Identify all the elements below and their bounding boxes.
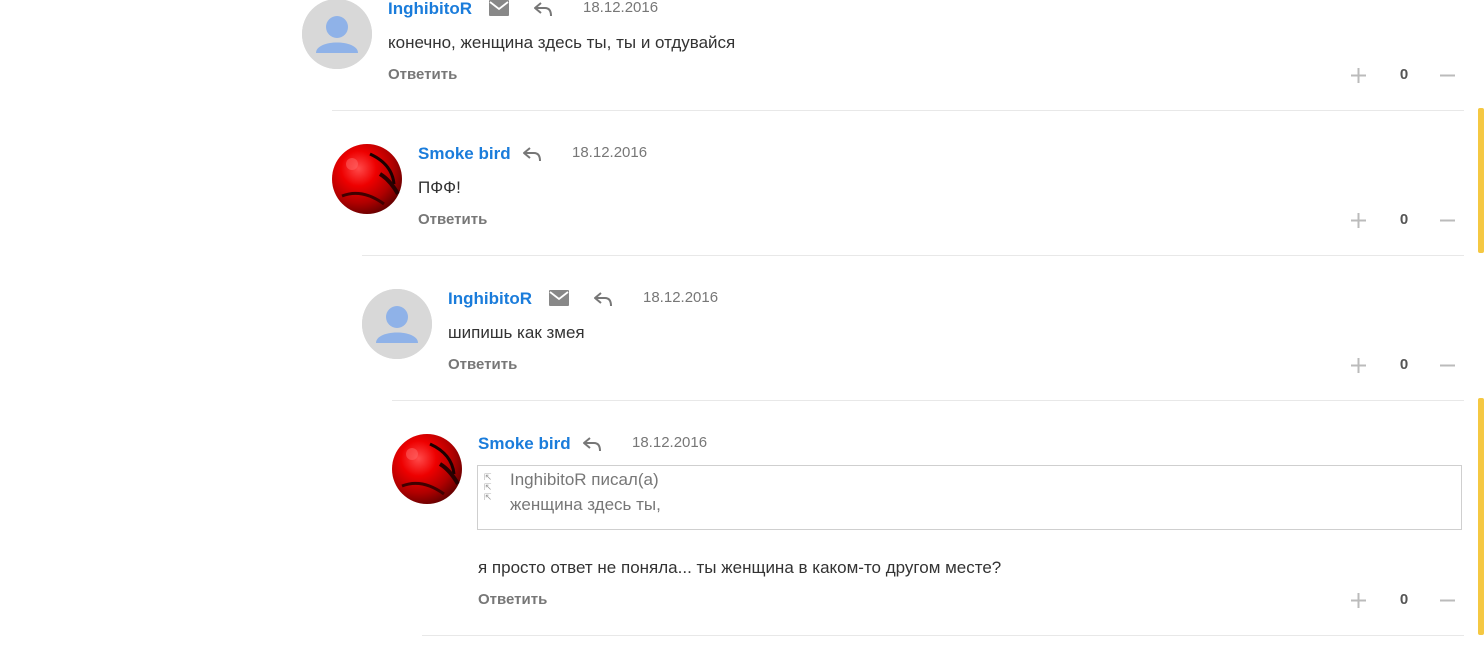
thread-accent-bar bbox=[1478, 108, 1484, 253]
comment-text: ПФФ! bbox=[418, 178, 461, 197]
plus-icon[interactable] bbox=[1351, 358, 1366, 378]
default-user-avatar-icon bbox=[302, 0, 372, 69]
reply-arrow-icon[interactable] bbox=[582, 436, 602, 457]
envelope-icon[interactable] bbox=[489, 0, 509, 21]
comment-author-link[interactable]: InghibitoR bbox=[448, 289, 532, 309]
plus-icon[interactable] bbox=[1351, 593, 1366, 613]
red-abstract-avatar-icon bbox=[401, 442, 460, 496]
vote-count: 0 bbox=[1399, 66, 1409, 83]
reply-button[interactable]: Ответить bbox=[388, 66, 457, 83]
comment-divider bbox=[392, 400, 1464, 401]
plus-icon[interactable] bbox=[1351, 213, 1366, 233]
comment-date: 18.12.2016 bbox=[572, 144, 648, 161]
comment-date: 18.12.2016 bbox=[632, 434, 708, 451]
vote-count: 0 bbox=[1399, 356, 1409, 373]
reply-arrow-icon[interactable] bbox=[533, 1, 553, 22]
vote-count: 0 bbox=[1399, 211, 1409, 228]
comment-author-link[interactable]: Smoke bird bbox=[478, 434, 571, 454]
minus-icon[interactable] bbox=[1440, 213, 1455, 233]
comment-author-link[interactable]: InghibitoR bbox=[388, 0, 472, 19]
comment-text: я просто ответ не поняла... ты женщина в… bbox=[478, 558, 1002, 577]
minus-icon[interactable] bbox=[1440, 358, 1455, 378]
reply-button[interactable]: Ответить bbox=[478, 591, 547, 608]
minus-icon[interactable] bbox=[1440, 68, 1455, 88]
comment-text: шипишь как змея bbox=[448, 323, 585, 342]
quote-text: женщина здесь ты, bbox=[510, 495, 661, 514]
quote-marks-icon: ⇱ ⇱ ⇱ bbox=[484, 472, 492, 502]
comment-divider bbox=[422, 635, 1464, 636]
default-user-avatar-icon bbox=[362, 289, 432, 359]
reply-arrow-icon[interactable] bbox=[593, 291, 613, 312]
reply-button[interactable]: Ответить bbox=[418, 211, 487, 228]
comment-date: 18.12.2016 bbox=[583, 0, 659, 16]
quote-block: ⇱ ⇱ ⇱ InghibitoR писал(а) женщина здесь ты… bbox=[477, 465, 1462, 530]
user-avatar[interactable] bbox=[392, 434, 462, 504]
comment-divider bbox=[332, 110, 1464, 111]
plus-icon[interactable] bbox=[1351, 68, 1366, 88]
envelope-icon[interactable] bbox=[549, 290, 569, 311]
reply-button[interactable]: Ответить bbox=[448, 356, 517, 373]
reply-arrow-icon[interactable] bbox=[522, 146, 542, 167]
vote-count: 0 bbox=[1399, 591, 1409, 608]
comment-text: конечно, женщина здесь ты, ты и отдувайс… bbox=[388, 33, 736, 52]
user-avatar[interactable] bbox=[302, 0, 372, 69]
thread-accent-bar bbox=[1478, 398, 1484, 635]
user-avatar[interactable] bbox=[362, 289, 432, 359]
user-avatar[interactable] bbox=[332, 144, 402, 214]
comment-date: 18.12.2016 bbox=[643, 289, 719, 306]
minus-icon[interactable] bbox=[1440, 593, 1455, 613]
comment-author-link[interactable]: Smoke bird bbox=[418, 144, 511, 164]
red-abstract-avatar-icon bbox=[341, 152, 400, 206]
comment-divider bbox=[362, 255, 1464, 256]
quote-author: InghibitoR писал(а) bbox=[510, 470, 659, 489]
